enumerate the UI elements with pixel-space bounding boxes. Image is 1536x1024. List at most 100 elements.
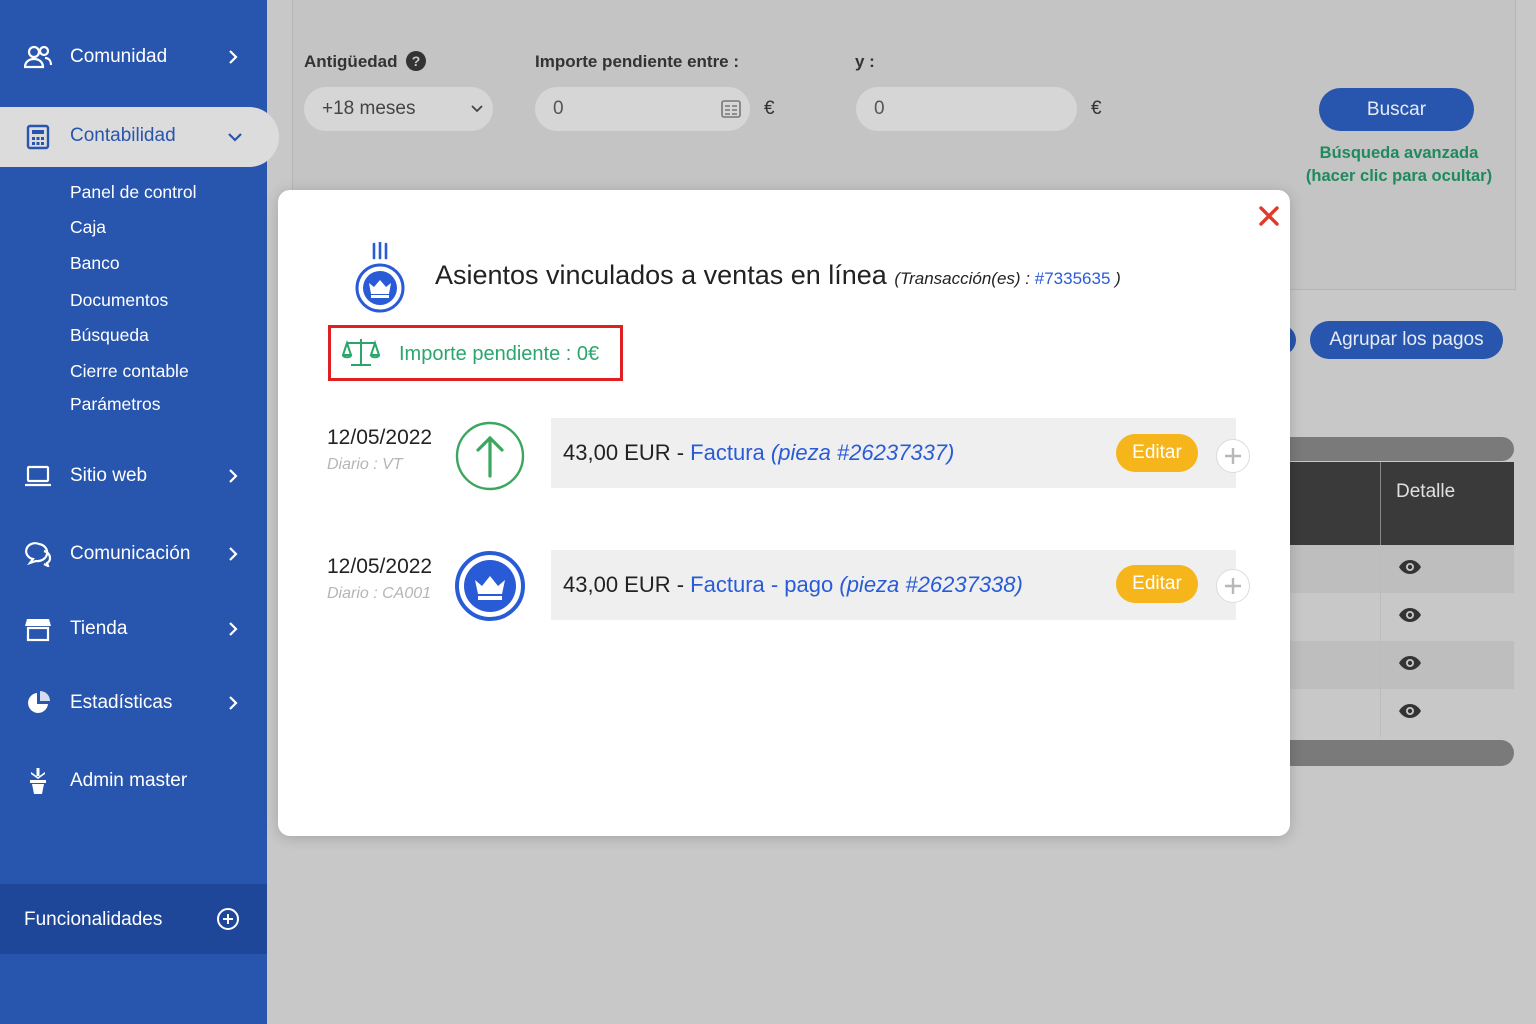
entry-description: 43,00 EUR - Factura (pieza #26237337) — [563, 440, 955, 465]
entry-row: 43,00 EUR - Factura (pieza #26237337) Ed… — [551, 418, 1250, 488]
table-scrollbar-bottom[interactable] — [1290, 740, 1514, 766]
sidebar-item-admin-master[interactable]: Admin master — [0, 761, 267, 801]
store-icon — [24, 615, 52, 643]
sidebar-item-label: Admin master — [70, 770, 188, 791]
group-payments-button[interactable]: Agrupar los pagos — [1310, 321, 1503, 359]
amount-from-field[interactable] — [535, 87, 750, 131]
table-header: Detalle — [1290, 462, 1514, 545]
add-button[interactable] — [1216, 569, 1250, 603]
sidebar-subitem-cierre[interactable]: Cierre contable — [70, 361, 189, 382]
piece-link[interactable]: (pieza #26237338) — [839, 572, 1022, 597]
table-scrollbar-top[interactable] — [1290, 437, 1514, 461]
calculator-field-icon — [721, 100, 741, 118]
amount-to-field[interactable] — [856, 87, 1077, 131]
sidebar-subitem-panel[interactable]: Panel de control — [70, 182, 196, 203]
funcionalidades-label: Funcionalidades — [24, 909, 163, 930]
plus-icon — [1225, 448, 1241, 464]
amount-to-input[interactable] — [874, 98, 1024, 120]
age-select[interactable]: +18 meses — [304, 87, 493, 131]
age-select-value: +18 meses — [322, 98, 416, 119]
chevron-down-icon — [471, 105, 483, 113]
pending-amount-text: Importe pendiente : 0€ — [399, 343, 600, 365]
sidebar-footer-funcionalidades[interactable]: Funcionalidades — [0, 884, 267, 954]
edit-button[interactable]: Editar — [1116, 565, 1198, 603]
transaction-meta: (Transacción(es) : #7335635 ) — [894, 269, 1121, 288]
entry-description: 43,00 EUR - Factura - pago (pieza #26237… — [563, 572, 1023, 597]
currency-symbol: € — [1091, 98, 1102, 119]
table-row — [1290, 641, 1514, 689]
sidebar-item-label: Sitio web — [70, 465, 148, 486]
invoice-link[interactable]: Factura — [690, 440, 765, 465]
advanced-search-toggle[interactable]: Búsqueda avanzada (hacer clic para ocult… — [1296, 142, 1502, 188]
linked-entries-modal: Asientos vinculados a ventas en línea (T… — [278, 190, 1290, 836]
calculator-icon — [26, 124, 50, 150]
amount-range-label: Importe pendiente entre : — [535, 52, 740, 71]
table-row — [1290, 545, 1514, 593]
entry-date: 12/05/2022 — [327, 426, 433, 449]
laptop-icon — [24, 462, 52, 490]
entry-diary: Diario : CA001 — [327, 585, 432, 602]
sidebar: Comunidad Contabilidad Panel de control … — [0, 0, 279, 1024]
sidebar-item-label: Comunidad — [70, 46, 168, 67]
piece-link[interactable]: (pieza #26237337) — [771, 440, 954, 465]
sidebar-item-label: Comunicación — [70, 543, 191, 564]
entry-diary: Diario : VT — [327, 456, 403, 473]
sidebar-item-sitio-web[interactable]: Sitio web — [0, 456, 267, 496]
close-icon[interactable] — [1258, 205, 1280, 227]
column-header-detalle: Detalle — [1396, 481, 1456, 502]
sidebar-item-contabilidad[interactable]: Contabilidad — [0, 107, 279, 167]
table-row — [1290, 689, 1514, 737]
sidebar-item-comunidad[interactable]: Comunidad — [0, 37, 267, 77]
pending-amount-highlight: Importe pendiente : 0€ — [328, 325, 623, 381]
sidebar-subitem-banco[interactable]: Banco — [70, 253, 120, 274]
chevron-right-icon — [229, 469, 238, 483]
chat-bubbles-icon — [24, 540, 52, 568]
advanced-search-line2: (hacer clic para ocultar) — [1305, 167, 1493, 185]
users-icon — [24, 43, 52, 71]
transaction-link[interactable]: #7335635 — [1035, 269, 1111, 288]
chevron-right-icon — [229, 622, 238, 636]
search-button[interactable]: Buscar — [1319, 88, 1474, 131]
help-icon[interactable]: ? — [406, 51, 426, 71]
pie-chart-icon — [24, 689, 52, 717]
add-button[interactable] — [1216, 439, 1250, 473]
chevron-down-icon — [228, 133, 242, 142]
balance-scale-icon — [342, 339, 380, 366]
sidebar-item-label: Contabilidad — [70, 125, 176, 146]
sidebar-subitem-parametros[interactable]: Parámetros — [70, 394, 160, 415]
column-divider — [1380, 462, 1381, 545]
sidebar-item-comunicacion[interactable]: Comunicación — [0, 534, 267, 574]
age-filter-label: Antigüedad — [304, 52, 398, 71]
online-sale-icon — [355, 242, 405, 313]
plus-circle-icon[interactable] — [216, 907, 240, 931]
sidebar-subitem-documentos[interactable]: Documentos — [70, 290, 168, 311]
eye-icon[interactable] — [1398, 606, 1422, 624]
eye-icon[interactable] — [1398, 558, 1422, 576]
table-row — [1290, 593, 1514, 641]
sidebar-item-label: Estadísticas — [70, 692, 173, 713]
eye-icon[interactable] — [1398, 702, 1422, 720]
eye-icon[interactable] — [1398, 654, 1422, 672]
modal-title: Asientos vinculados a ventas en línea (T… — [435, 260, 1121, 291]
sidebar-item-tienda[interactable]: Tienda — [0, 609, 267, 649]
invoice-payment-link[interactable]: Factura - pago — [690, 572, 833, 597]
chevron-right-icon — [229, 696, 238, 710]
sidebar-item-estadisticas[interactable]: Estadísticas — [0, 683, 267, 723]
chevron-right-icon — [229, 547, 238, 561]
edit-button[interactable]: Editar — [1116, 434, 1198, 472]
amount-from-input[interactable] — [553, 98, 703, 120]
currency-symbol: € — [764, 98, 775, 119]
arrow-up-circle-icon — [455, 421, 525, 491]
admin-icon — [24, 767, 52, 795]
chevron-right-icon — [229, 50, 238, 64]
modal-title-text: Asientos vinculados a ventas en línea — [435, 260, 887, 290]
crown-circle-icon — [455, 551, 525, 621]
amount-and-label: y : — [855, 52, 875, 71]
advanced-search-line1: Búsqueda avanzada — [1319, 144, 1479, 162]
sidebar-subitem-caja[interactable]: Caja — [70, 217, 106, 238]
entry-date: 12/05/2022 — [327, 555, 433, 578]
sidebar-item-label: Tienda — [70, 618, 128, 639]
entry-row: 43,00 EUR - Factura - pago (pieza #26237… — [551, 550, 1250, 620]
sidebar-subitem-busqueda[interactable]: Búsqueda — [70, 325, 149, 346]
plus-icon — [1225, 578, 1241, 594]
